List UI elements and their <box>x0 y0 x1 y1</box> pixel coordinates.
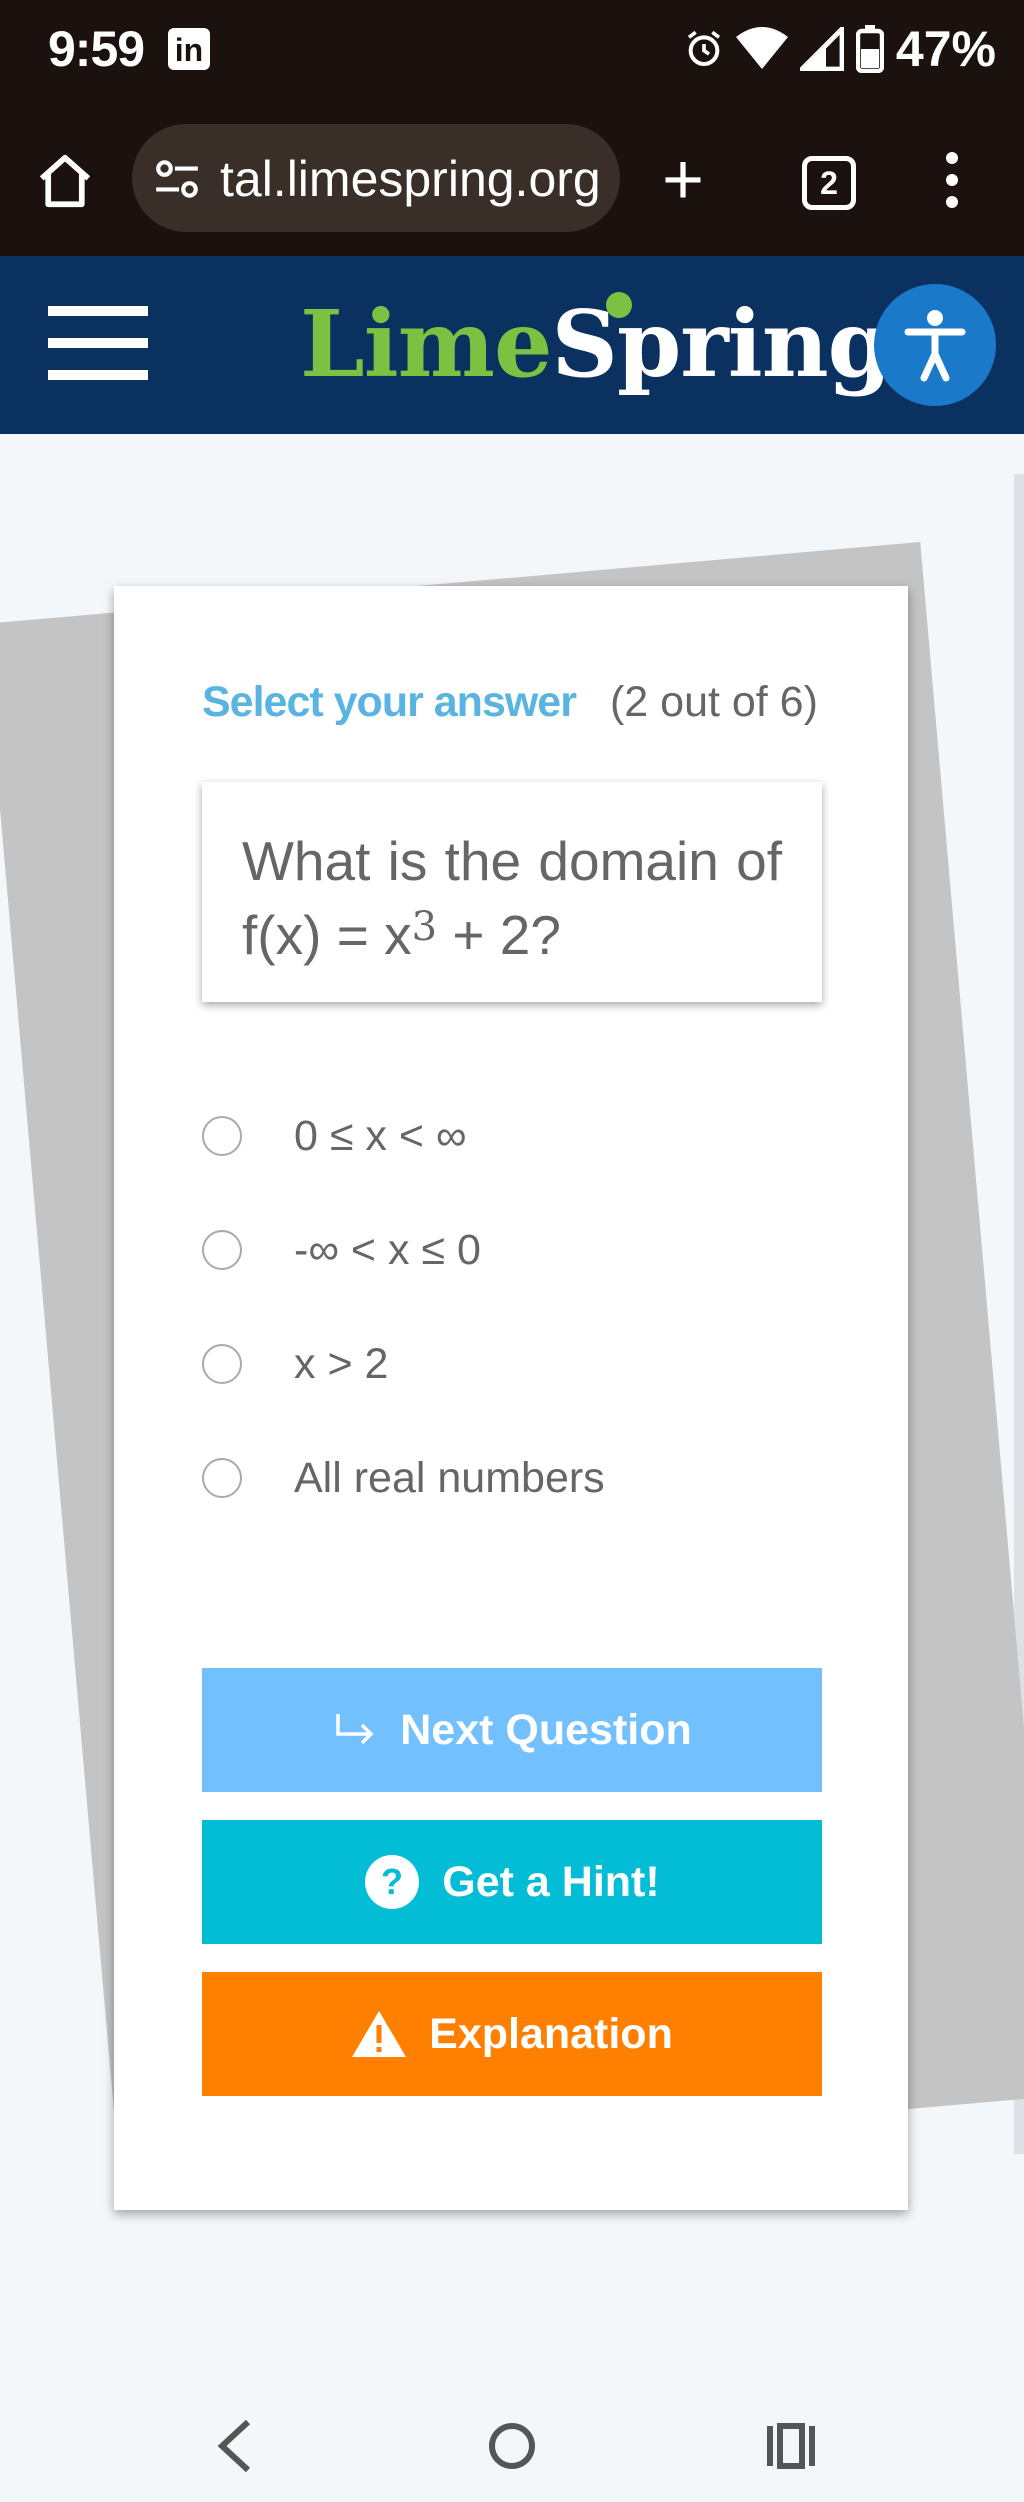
svg-text:?: ? <box>381 1861 403 1902</box>
browser-menu-icon[interactable] <box>946 152 962 218</box>
next-question-label[interactable]: Next Question <box>400 1706 692 1755</box>
question-text: What is the domain of f(x) = x3 + 2? <box>242 824 782 972</box>
radio-button[interactable] <box>202 1344 242 1384</box>
menu-icon[interactable] <box>48 306 148 402</box>
question-progress: (2 out of 6) <box>609 678 818 726</box>
system-nav-bar <box>0 2380 1024 2502</box>
warning-triangle-icon <box>351 2009 407 2059</box>
next-question-button[interactable]: Next Question <box>202 1668 822 1792</box>
answer-label[interactable]: 0 ≤ x < ∞ <box>294 1112 467 1161</box>
get-hint-button[interactable]: ? Get a Hint! <box>202 1820 822 1944</box>
question-circle-icon: ? <box>364 1854 420 1910</box>
get-hint-label[interactable]: Get a Hint! <box>442 1858 659 1907</box>
question-box: What is the domain of f(x) = x3 + 2? <box>202 782 822 1002</box>
signal-icon <box>799 27 844 71</box>
home-nav-icon[interactable] <box>488 2416 536 2476</box>
site-settings-icon[interactable] <box>152 154 202 204</box>
tab-switcher-button[interactable]: 2 <box>802 156 856 210</box>
quiz-heading: Select your answer (2 out of 6) <box>202 678 818 727</box>
answer-option[interactable]: 0 ≤ x < ∞ <box>202 1106 822 1166</box>
status-time: 9:59 <box>48 21 145 77</box>
explanation-label[interactable]: Explanation <box>429 2010 673 2059</box>
logo-dot-icon <box>606 292 632 318</box>
question-end: + 2? <box>437 904 561 966</box>
logo-lime-text: Lime <box>300 290 553 398</box>
battery-icon <box>855 25 884 73</box>
home-icon[interactable] <box>34 150 96 212</box>
recents-icon[interactable] <box>764 2416 818 2476</box>
return-arrow-icon <box>332 1710 378 1750</box>
new-tab-button[interactable]: + <box>662 144 704 216</box>
accessibility-button[interactable] <box>874 284 996 406</box>
select-answer-label: Select your answer <box>202 678 577 726</box>
address-bar[interactable]: tal.limespring.org <box>132 124 620 232</box>
answer-label[interactable]: -∞ < x ≤ 0 <box>294 1226 481 1275</box>
quiz-card: Select your answer (2 out of 6) What is t… <box>114 586 908 2210</box>
limespring-logo[interactable]: LimeSpring <box>300 292 892 394</box>
answer-label[interactable]: x > 2 <box>294 1340 388 1389</box>
radio-button[interactable] <box>202 1230 242 1270</box>
question-exponent: 3 <box>411 904 438 950</box>
accessibility-icon <box>904 310 966 382</box>
status-icons: 47% <box>684 20 996 78</box>
back-icon[interactable] <box>212 2416 256 2476</box>
explanation-button[interactable]: Explanation <box>202 1972 822 2096</box>
linkedin-notification-icon: in <box>168 28 210 70</box>
status-bar: 9:59 in 47% <box>0 0 1024 104</box>
answer-option[interactable]: All real numbers <box>202 1448 822 1508</box>
radio-button[interactable] <box>202 1116 242 1156</box>
wifi-icon <box>735 27 788 69</box>
site-header: LimeSpring <box>0 256 1024 434</box>
answer-label[interactable]: All real numbers <box>294 1454 605 1503</box>
radio-button[interactable] <box>202 1458 242 1498</box>
answer-option[interactable]: x > 2 <box>202 1334 822 1394</box>
logo-spring-text: Spring <box>551 290 892 398</box>
url-text[interactable]: tal.limespring.org <box>220 150 601 208</box>
battery-percent: 47% <box>895 21 996 77</box>
answer-option[interactable]: -∞ < x ≤ 0 <box>202 1220 822 1280</box>
alarm-icon <box>687 30 721 66</box>
